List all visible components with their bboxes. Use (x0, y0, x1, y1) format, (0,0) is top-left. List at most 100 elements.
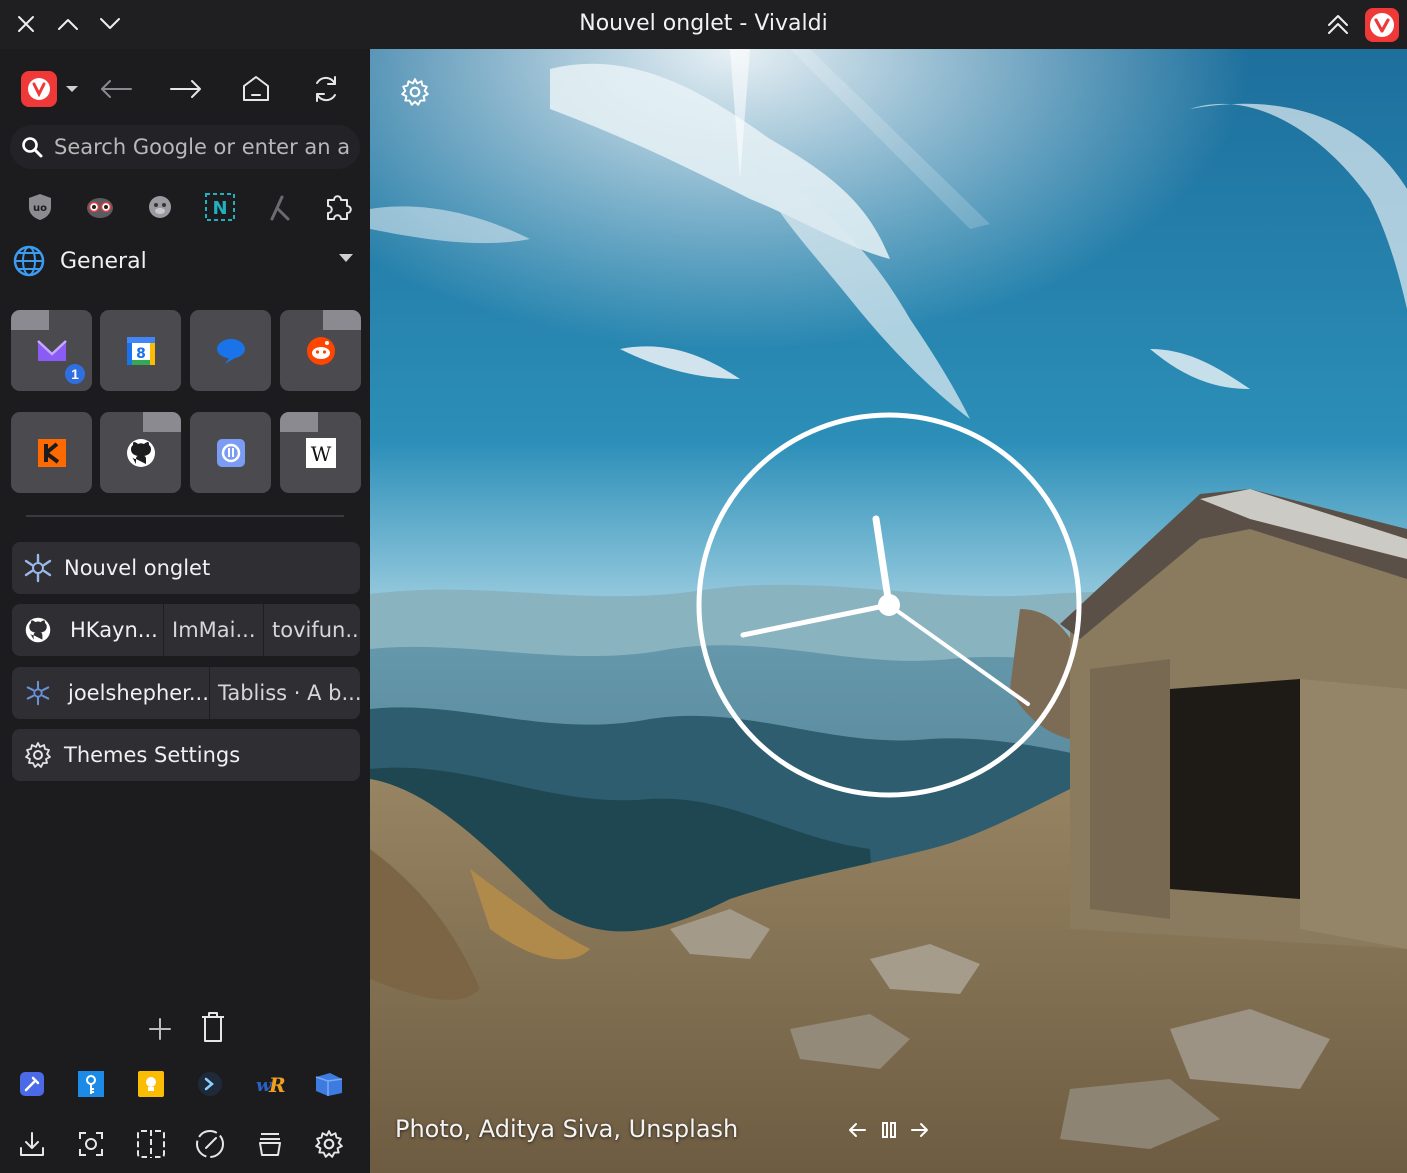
stacked-tab-1[interactable]: HKayn... (64, 604, 164, 656)
workspace-selector[interactable]: General (12, 241, 360, 281)
capture-icon[interactable] (71, 1124, 111, 1164)
ublock-origin-icon[interactable]: uo (20, 187, 60, 227)
speed-dial-kagi[interactable] (11, 412, 92, 493)
globe-icon (13, 245, 45, 277)
tab-label: Themes Settings (64, 743, 241, 767)
reddit-icon (306, 336, 335, 365)
analog-clock (696, 412, 1082, 798)
svg-text:N: N (212, 198, 227, 219)
photo-credit[interactable]: Photo, Aditya Siva, Unsplash (395, 1115, 738, 1143)
clock-center (878, 594, 900, 616)
wordreference-icon[interactable]: wR (250, 1064, 290, 1104)
wikipedia-icon: W (305, 437, 336, 468)
github-favicon-icon (12, 604, 64, 656)
keep-above-icon[interactable] (1323, 9, 1353, 39)
start-page-settings-icon[interactable] (396, 73, 434, 111)
address-bar[interactable] (10, 125, 360, 169)
prompt-panel-icon[interactable] (190, 1064, 230, 1104)
svg-text:8: 8 (136, 346, 146, 362)
vivaldi-menu-icon (21, 71, 57, 107)
svg-text:uo: uo (33, 203, 47, 214)
extensions-puzzle-icon[interactable] (318, 187, 358, 227)
pause-background-icon[interactable] (874, 1115, 904, 1145)
minute-hand (740, 602, 892, 638)
speed-dial-github[interactable] (100, 412, 181, 493)
link-tool-icon[interactable] (260, 187, 300, 227)
speed-dial-proton[interactable] (190, 412, 271, 493)
reload-button[interactable] (302, 67, 350, 111)
title-bar: Nouvel onglet - Vivaldi (0, 0, 1407, 49)
keep-notes-icon[interactable] (131, 1064, 171, 1104)
speed-icon[interactable] (190, 1124, 230, 1164)
start-page: Photo, Aditya Siva, Unsplash (370, 49, 1407, 1173)
window-title: Nouvel onglet - Vivaldi (579, 11, 828, 36)
caret-down-icon (66, 86, 78, 92)
settings-gear-icon (12, 729, 64, 781)
tab-themes-settings[interactable]: Themes Settings (12, 729, 360, 781)
speed-dial-wikipedia[interactable]: W (280, 412, 361, 493)
tile-corner (143, 412, 181, 432)
downloads-icon[interactable] (12, 1124, 52, 1164)
web-panels: wR (0, 1064, 370, 1104)
previous-background-icon[interactable] (842, 1115, 872, 1145)
vivaldi-newtab-icon (12, 542, 64, 594)
panel-toolbar (0, 1124, 370, 1164)
monkey-script-icon[interactable] (140, 187, 180, 227)
key-panel-icon[interactable] (71, 1064, 111, 1104)
tabliss-favicon-icon (12, 667, 64, 719)
tab-label: Nouvel onglet (64, 556, 211, 580)
search-icon (10, 125, 54, 169)
extension-toolbar: uo N (10, 187, 360, 227)
github-icon (126, 438, 155, 467)
messages-icon (216, 338, 245, 364)
svg-text:W: W (310, 442, 331, 466)
tabs-divider (26, 515, 344, 517)
arrow-left-icon (101, 80, 132, 98)
speed-dial-mail[interactable]: 1 (11, 310, 92, 391)
settings-icon[interactable] (309, 1124, 349, 1164)
tab-tools (0, 1007, 370, 1051)
stacked-tab-2[interactable]: Tabliss · A b... (210, 667, 360, 719)
arrow-right-icon (170, 80, 201, 98)
google-calendar-icon: 8 (126, 336, 155, 365)
vivaldi-menu-button[interactable] (18, 67, 82, 111)
address-input[interactable] (54, 135, 350, 159)
kagi-icon (37, 438, 66, 467)
navigation-toolbar (0, 67, 370, 111)
workspace-label: General (60, 248, 147, 274)
window-stack-icon[interactable] (250, 1124, 290, 1164)
speed-dial-google-calendar[interactable]: 8 (100, 310, 181, 391)
home-icon (243, 76, 269, 101)
mail-icon (36, 339, 67, 361)
back-button[interactable] (92, 67, 140, 111)
notion-clipper-icon[interactable]: N (200, 187, 240, 227)
sidebar: uo N General 1 (0, 49, 370, 1173)
tile-corner (323, 310, 361, 330)
tile-tabs-icon[interactable] (131, 1124, 171, 1164)
hour-hand (872, 515, 893, 609)
files-panel-icon[interactable] (309, 1064, 349, 1104)
tile-corner (11, 310, 49, 330)
new-tab-plus-icon[interactable] (140, 1009, 180, 1049)
speed-dial-messages[interactable] (190, 310, 271, 391)
workspace-dropdown-icon (339, 254, 353, 262)
tab-stack-github[interactable]: HKayn... ImMai... tovifun... (12, 604, 360, 656)
reload-icon (316, 76, 336, 102)
stacked-tab-3[interactable]: tovifun... (264, 604, 360, 656)
second-hand (887, 603, 1030, 706)
tab-nouvel-onglet[interactable]: Nouvel onglet (12, 542, 360, 594)
trash-icon[interactable] (193, 1007, 233, 1047)
stacked-tab-1[interactable]: joelshepher... (64, 667, 210, 719)
proton-icon (216, 438, 245, 467)
tool-panel-icon[interactable] (12, 1064, 52, 1104)
tile-corner (280, 412, 318, 432)
tab-stack-tabliss[interactable]: joelshepher... Tabliss · A b... (12, 667, 360, 719)
stacked-tab-2[interactable]: ImMai... (164, 604, 264, 656)
vivaldi-logo-icon (1365, 8, 1399, 42)
privacy-badger-icon[interactable] (80, 187, 120, 227)
next-background-icon[interactable] (905, 1115, 935, 1145)
speed-dial-reddit[interactable] (280, 310, 361, 391)
forward-button[interactable] (162, 67, 210, 111)
home-button[interactable] (232, 67, 280, 111)
unread-badge: 1 (63, 362, 87, 386)
